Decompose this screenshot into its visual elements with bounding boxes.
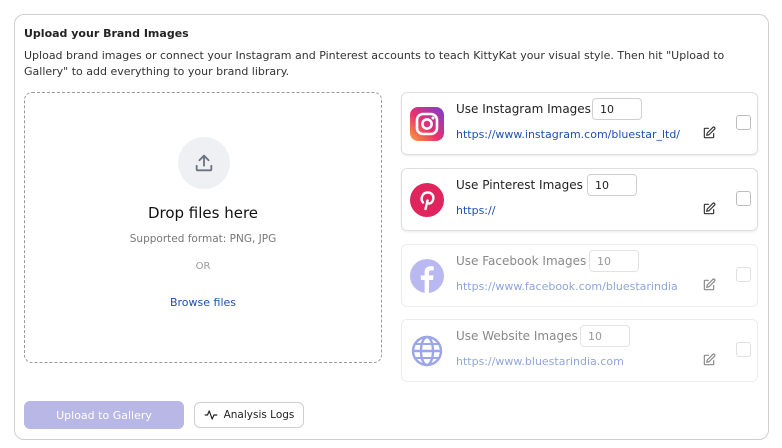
facebook-edit-icon[interactable] [702, 278, 716, 292]
file-dropzone[interactable]: Drop files here Supported format: PNG, J… [24, 92, 382, 363]
website-count-input[interactable] [580, 325, 630, 347]
browse-files-link[interactable]: Browse files [25, 296, 381, 309]
dropzone-supported-formats: Supported format: PNG, JPG [129, 233, 277, 245]
website-label: Use Website Images [456, 329, 578, 343]
upload-icon [178, 137, 230, 189]
activity-icon [204, 410, 217, 420]
section-description: Upload brand images or connect your Inst… [24, 49, 725, 78]
source-card-website: Use Website Images https://www.bluestari… [401, 319, 758, 382]
section-title: Upload your Brand Images [24, 27, 189, 40]
instagram-checkbox[interactable] [736, 115, 751, 130]
facebook-icon [410, 259, 444, 293]
dropzone-title: Drop files here [147, 204, 259, 222]
source-card-facebook: Use Facebook Images https://www.facebook… [401, 244, 758, 307]
globe-icon [411, 335, 443, 367]
instagram-icon [410, 107, 444, 141]
source-card-pinterest: Use Pinterest Images https:// [401, 168, 758, 231]
instagram-edit-icon[interactable] [702, 126, 716, 140]
source-card-instagram: Use Instagram Images https://www.instagr… [401, 92, 758, 155]
pinterest-checkbox[interactable] [736, 191, 751, 206]
facebook-checkbox[interactable] [736, 267, 751, 282]
instagram-label: Use Instagram Images [456, 102, 591, 116]
pinterest-label: Use Pinterest Images [456, 178, 583, 192]
upload-to-gallery-button[interactable]: Upload to Gallery [24, 401, 184, 429]
pinterest-edit-icon[interactable] [702, 202, 716, 216]
website-checkbox[interactable] [736, 342, 751, 357]
analysis-logs-button[interactable]: Analysis Logs [194, 402, 304, 428]
instagram-count-input[interactable] [592, 98, 642, 120]
pinterest-count-input[interactable] [587, 174, 637, 196]
instagram-url[interactable]: https://www.instagram.com/bluestar_ltd/ [456, 128, 680, 141]
facebook-label: Use Facebook Images [456, 254, 587, 268]
facebook-count-input[interactable] [589, 250, 639, 272]
website-url[interactable]: https://www.bluestarindia.com [456, 355, 624, 368]
pinterest-icon [410, 183, 444, 217]
dropzone-or: OR [195, 261, 211, 272]
website-edit-icon[interactable] [702, 353, 716, 367]
facebook-url[interactable]: https://www.facebook.com/bluestarindia [456, 280, 678, 293]
analysis-logs-label: Analysis Logs [223, 409, 295, 421]
pinterest-url[interactable]: https:// [456, 204, 495, 217]
